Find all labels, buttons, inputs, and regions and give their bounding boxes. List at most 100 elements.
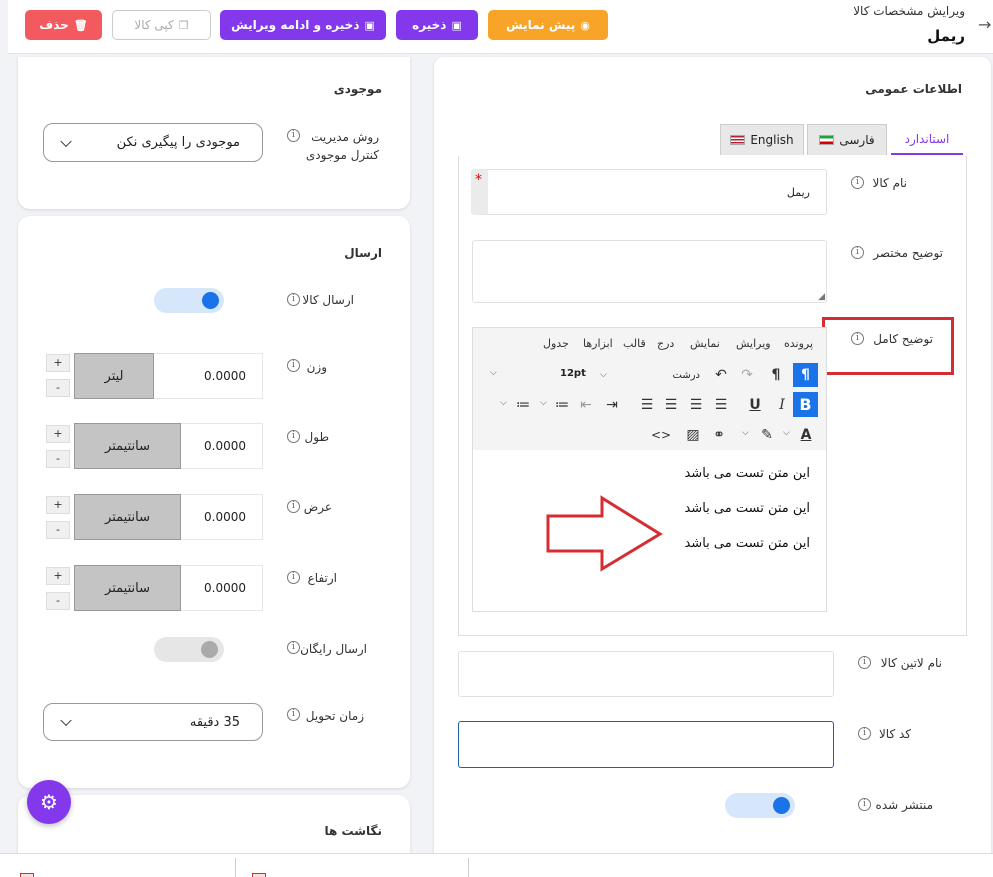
page-title: ریمل	[927, 27, 965, 45]
editor-menu-table[interactable]: جدول	[543, 337, 569, 350]
info-icon: i	[287, 500, 300, 513]
short-desc-textarea[interactable]: ◢	[472, 240, 827, 303]
image-icon[interactable]: ▨	[684, 426, 702, 444]
tab-farsi[interactable]: فارسی	[807, 124, 887, 155]
copy-button[interactable]: ❐ کپی کالا	[112, 10, 211, 40]
editor-menu-insert[interactable]: درج	[657, 337, 674, 350]
chevron-down-icon[interactable]: ⌵	[490, 368, 497, 378]
width-label: عرض	[303, 500, 332, 514]
stock-method-select[interactable]: موجودی را پیگیری نکن	[43, 123, 263, 162]
info-icon: i	[287, 708, 300, 721]
editor-menu-format[interactable]: قالب	[623, 337, 646, 350]
info-icon: i	[287, 293, 300, 306]
bold-icon[interactable]: B	[793, 392, 818, 417]
format-select[interactable]: ⌵ درشت	[600, 366, 700, 384]
align-justify-icon[interactable]: ☰	[638, 396, 656, 414]
ship-toggle[interactable]	[154, 288, 224, 313]
ltr-direction-icon[interactable]: ¶	[767, 366, 785, 384]
underline-icon[interactable]: U	[746, 396, 764, 414]
save-button[interactable]: ▣ ذخیره	[396, 10, 478, 40]
chevron-down-icon[interactable]: ⌵	[742, 428, 749, 438]
undo-icon[interactable]: ↶	[712, 366, 730, 384]
free-shipping-toggle[interactable]	[154, 637, 224, 662]
delete-button[interactable]: 🗑 حذف	[25, 10, 102, 40]
font-size-select[interactable]: 12pt	[530, 366, 586, 384]
code-label: کد کالا	[878, 727, 911, 741]
height-unit: سانتیمتر	[74, 565, 181, 611]
trash-icon: 🗑	[73, 18, 88, 32]
info-icon: i	[287, 430, 300, 443]
decrement-button[interactable]: -	[46, 379, 70, 397]
outdent-icon[interactable]: ⇤	[577, 396, 595, 414]
info-icon: i	[287, 641, 300, 654]
increment-button[interactable]: +	[46, 425, 70, 443]
width-input[interactable]: 0.0000	[180, 494, 263, 540]
chevron-down-icon[interactable]: ⌵	[783, 428, 790, 438]
bottom-bar	[0, 853, 993, 877]
editor-paragraph: این متن تست می باشد	[684, 536, 810, 551]
toggle-knob	[202, 292, 219, 309]
save-continue-button[interactable]: ▣ ذخیره و ادامه ویرایش	[220, 10, 386, 40]
increment-button[interactable]: +	[46, 567, 70, 585]
section-title-general: اطلاعات عمومی	[865, 82, 962, 96]
highlight-icon[interactable]: ✎	[758, 426, 776, 444]
editor-menu-view[interactable]: نمایش	[690, 337, 720, 350]
increment-button[interactable]: +	[46, 496, 70, 514]
info-icon: i	[287, 129, 300, 142]
save-icon: ▣	[451, 18, 462, 32]
align-left-icon[interactable]: ☰	[712, 396, 730, 414]
height-input[interactable]: 0.0000	[180, 565, 263, 611]
align-right-icon[interactable]: ☰	[662, 396, 680, 414]
indent-icon[interactable]: ⇥	[603, 396, 621, 414]
pdf-file-icon[interactable]	[20, 873, 34, 877]
save-icon: ▣	[364, 18, 375, 32]
weight-input[interactable]: 0.0000	[153, 353, 263, 399]
increment-button[interactable]: +	[46, 354, 70, 372]
italic-icon[interactable]: I	[773, 396, 791, 414]
editor-paragraph: این متن تست می باشد	[684, 501, 810, 516]
chevron-down-icon	[60, 135, 72, 147]
copy-icon: ❐	[178, 18, 189, 32]
height-label: ارتفاع	[307, 571, 337, 585]
numbered-list-icon[interactable]: ≔	[514, 396, 532, 414]
pdf-file-icon[interactable]	[252, 873, 266, 877]
weight-label: وزن	[306, 360, 327, 374]
product-name-input[interactable]: * ریمل	[471, 169, 827, 215]
editor-menu-tools[interactable]: ابزارها	[583, 337, 613, 350]
length-input[interactable]: 0.0000	[180, 423, 263, 469]
editor-menu-edit[interactable]: ویرایش	[736, 337, 771, 350]
delivery-time-select[interactable]: 35 دقیقه	[43, 703, 263, 741]
bullet-list-icon[interactable]: ≔	[553, 396, 571, 414]
decrement-button[interactable]: -	[46, 521, 70, 539]
decrement-button[interactable]: -	[46, 592, 70, 610]
align-center-icon[interactable]: ☰	[687, 396, 705, 414]
tab-standard[interactable]: استاندارد	[891, 124, 963, 155]
back-arrow-icon[interactable]: →	[978, 15, 991, 34]
info-icon: i	[858, 798, 871, 811]
ship-label: ارسال کالا	[302, 293, 354, 307]
chevron-down-icon[interactable]: ⌵	[540, 398, 547, 408]
tab-english[interactable]: English	[720, 124, 804, 155]
info-icon: i	[858, 656, 871, 669]
latin-name-label: نام لاتین کالا	[880, 656, 942, 670]
decrement-button[interactable]: -	[46, 450, 70, 468]
rtl-direction-icon[interactable]: ¶	[793, 363, 818, 387]
redo-icon[interactable]: ↷	[738, 366, 756, 384]
link-icon[interactable]: ⚭	[710, 426, 728, 444]
preview-button[interactable]: ◉ پیش نمایش	[488, 10, 608, 40]
resize-handle-icon[interactable]: ◢	[818, 292, 825, 302]
latin-name-input[interactable]	[458, 651, 834, 697]
text-color-icon[interactable]: A	[797, 426, 815, 444]
code-icon[interactable]: <>	[651, 426, 671, 444]
chevron-down-icon	[60, 714, 72, 727]
code-input[interactable]	[458, 721, 834, 768]
published-toggle[interactable]	[725, 793, 795, 818]
iran-flag-icon	[819, 135, 835, 145]
settings-fab[interactable]: ⚙	[27, 780, 71, 824]
product-name-label: نام کالا	[872, 176, 907, 190]
required-mark: *	[475, 172, 482, 188]
editor-menu-file[interactable]: پرونده	[784, 337, 813, 350]
chevron-down-icon[interactable]: ⌵	[500, 398, 507, 408]
section-title-shipping: ارسال	[344, 246, 382, 260]
length-unit: سانتیمتر	[74, 423, 181, 469]
